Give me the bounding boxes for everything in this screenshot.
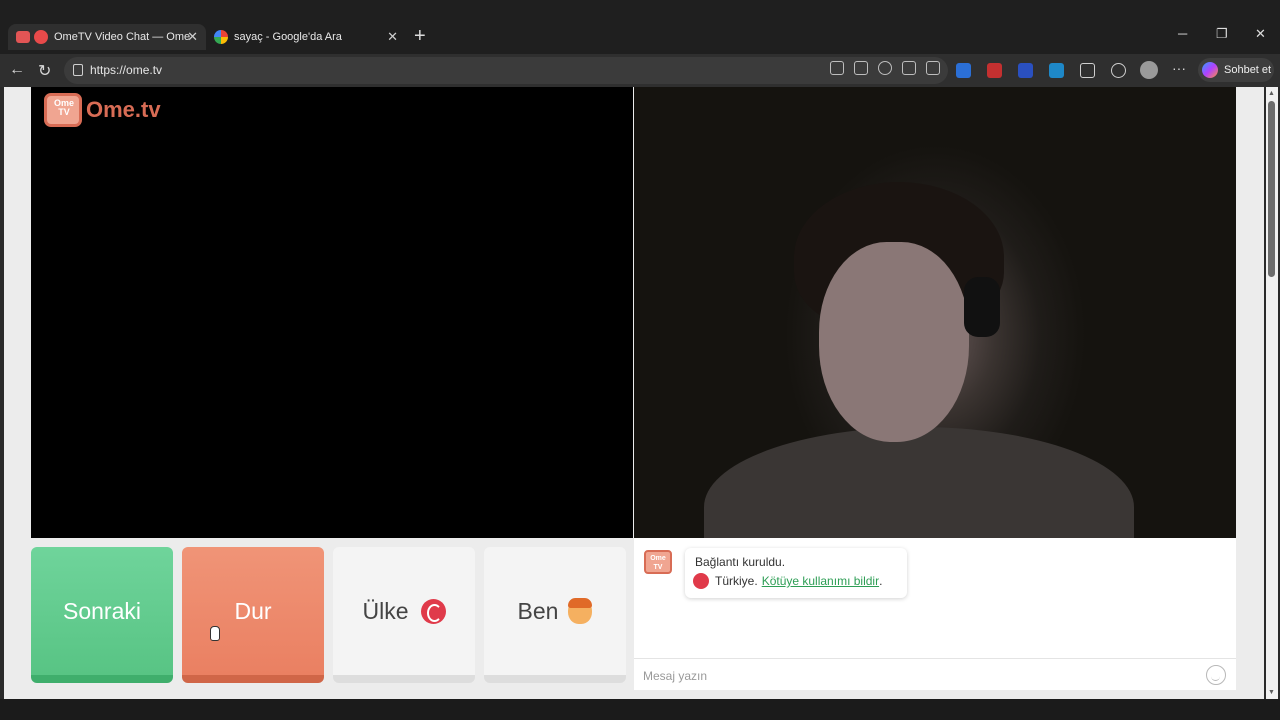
tracking-prevention-icon[interactable] [878, 61, 892, 75]
read-aloud-icon[interactable] [956, 63, 971, 78]
stop-button[interactable]: Dur [182, 547, 324, 683]
new-tab-icon[interactable]: + [414, 26, 426, 46]
stop-label: Dur [234, 597, 272, 624]
self-video [634, 87, 1236, 538]
country-label: Ülke [362, 597, 409, 624]
tab-title: OmeTV Video Chat — Omegle [54, 31, 190, 43]
back-icon[interactable]: ← [9, 61, 25, 79]
me-label: Ben [517, 597, 559, 624]
audio-playing-icon [16, 31, 30, 43]
ometv-logo[interactable]: Ome TV Ome.tv [44, 93, 161, 127]
tab-google-search[interactable]: sayaç - Google'da Ara ✕ [208, 24, 406, 50]
turkey-flag-icon [693, 573, 709, 589]
address-bar-actions [830, 61, 940, 75]
me-button[interactable]: Ben [484, 547, 626, 683]
address-toolbar: ← ↻ https://ome.tv ··· Sohbet et [0, 54, 1280, 87]
chat-input-bar [634, 658, 1236, 690]
copilot-icon [1202, 62, 1218, 78]
country-line: Türkiye. Kötüye kullanımı bildir. [693, 572, 897, 590]
partner-video [31, 87, 633, 538]
tab-ometv[interactable]: OmeTV Video Chat — Omegle ✕ [8, 24, 206, 50]
close-tab-icon[interactable]: ✕ [187, 29, 198, 45]
camera-in-use-icon[interactable] [926, 61, 940, 75]
lock-icon [73, 64, 83, 76]
translate-icon[interactable] [854, 61, 868, 75]
system-message-bubble: Bağlantı kuruldu. Türkiye. Kötüye kullan… [685, 548, 907, 598]
country-button[interactable]: Ülke [333, 547, 475, 683]
extension-blue-icon[interactable] [1018, 63, 1033, 78]
emoji-picker-icon[interactable] [1206, 665, 1226, 685]
tab-title: sayaç - Google'da Ara [234, 31, 342, 43]
extension-red-icon[interactable] [987, 63, 1002, 78]
country-text: Türkiye. [715, 574, 758, 588]
report-suffix: . [879, 574, 883, 588]
ometv-favicon-icon [34, 30, 48, 44]
scrollbar-thumb[interactable] [1268, 101, 1275, 277]
tv-logo-icon: Ome TV [44, 93, 82, 127]
video-headphone [964, 277, 1000, 337]
extensions-bar [956, 63, 1126, 78]
address-bar[interactable]: https://ome.tv [64, 57, 948, 84]
browser-tab-bar: OmeTV Video Chat — Omegle ✕ sayaç - Goog… [0, 0, 1280, 54]
minimize-icon[interactable]: ─ [1178, 26, 1187, 41]
refresh-icon[interactable]: ↻ [38, 61, 51, 81]
video-person-face [819, 242, 969, 442]
scroll-down-icon[interactable]: ▼ [1268, 689, 1275, 696]
message-input[interactable] [643, 666, 1183, 686]
report-abuse-link[interactable]: Kötüye kullanımı bildir [762, 572, 879, 590]
hand-cursor-icon [210, 626, 220, 641]
google-favicon-icon [214, 30, 228, 44]
copilot-button[interactable]: Sohbet et [1198, 58, 1274, 82]
boy-emoji-icon [568, 598, 593, 624]
next-button[interactable]: Sonraki [31, 547, 173, 683]
connection-message: Bağlantı kuruldu. [695, 555, 786, 569]
url-text: https://ome.tv [90, 63, 163, 77]
turkey-flag-icon [420, 598, 446, 624]
favorite-icon[interactable] [902, 61, 916, 75]
page-scrollbar[interactable]: ▲ ▼ [1266, 87, 1278, 699]
extension-teal-icon[interactable] [1049, 63, 1064, 78]
close-window-icon[interactable]: ✕ [1255, 26, 1266, 42]
media-control-icon[interactable] [1111, 63, 1126, 78]
extensions-icon[interactable] [1080, 63, 1095, 78]
scroll-up-icon[interactable]: ▲ [1268, 90, 1275, 97]
app-available-icon[interactable] [830, 61, 844, 75]
chat-panel: Ome TV Bağlantı kuruldu. Türkiye. Kötüye… [634, 538, 1236, 690]
maximize-icon[interactable]: ❐ [1216, 26, 1228, 42]
copilot-label: Sohbet et [1224, 64, 1272, 76]
more-icon[interactable]: ··· [1172, 60, 1186, 76]
chat-tv-logo-icon: Ome TV [644, 550, 672, 574]
close-tab-icon[interactable]: ✕ [387, 29, 398, 45]
video-person-body [704, 427, 1134, 538]
logo-wordmark: Ome.tv [86, 97, 161, 122]
profile-icon[interactable] [1140, 61, 1158, 79]
next-label: Sonraki [63, 597, 141, 624]
window-bottom-edge [0, 699, 1280, 720]
